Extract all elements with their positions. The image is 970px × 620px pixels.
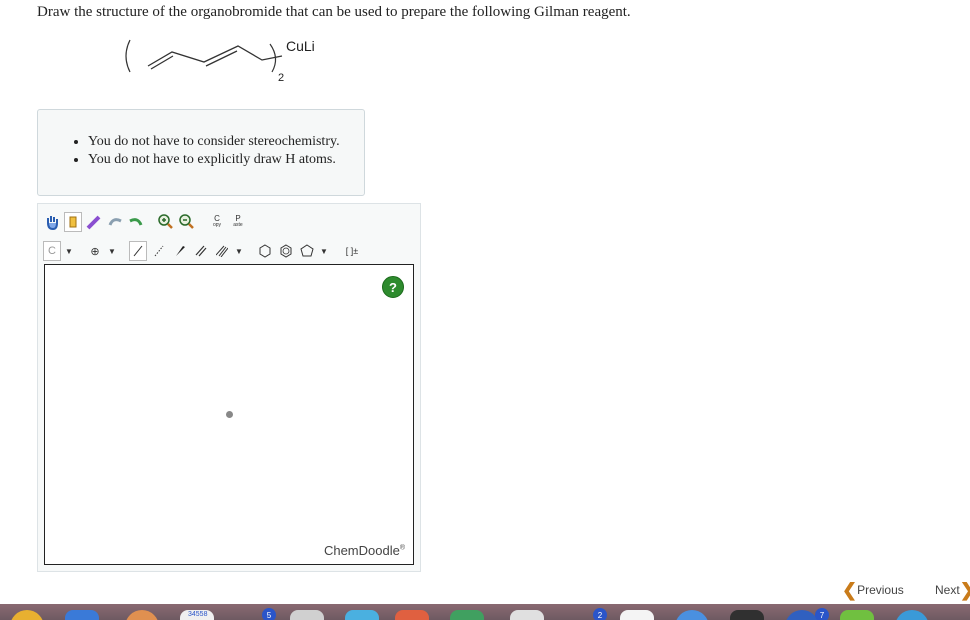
undo-icon[interactable] xyxy=(106,212,124,232)
dock-app-icon[interactable] xyxy=(510,610,544,620)
chemdoodle-brand: ChemDoodle® xyxy=(324,543,405,558)
cyclohexane-icon[interactable] xyxy=(256,241,274,261)
instructions-list: You do not have to consider stereochemis… xyxy=(38,134,364,168)
dock-app-icon[interactable] xyxy=(65,610,99,620)
copy-sub-label: opy xyxy=(212,222,222,228)
zoom-out-icon[interactable] xyxy=(178,212,196,232)
previous-button[interactable]: ❮ Previous xyxy=(842,581,904,599)
drawing-canvas[interactable]: ? ChemDoodle® xyxy=(44,264,414,565)
copy-button[interactable]: C opy xyxy=(208,212,226,232)
dashed-bond-icon[interactable] xyxy=(150,241,168,261)
instructions-box: You do not have to consider stereochemis… xyxy=(37,109,365,196)
canvas-dot xyxy=(226,411,233,418)
carbon-chain xyxy=(147,45,283,67)
dock-app-icon[interactable]: 34558 xyxy=(180,610,214,620)
next-button[interactable]: Next ❯ xyxy=(935,581,970,599)
triple-bond-icon[interactable] xyxy=(213,241,231,261)
paste-button[interactable]: P aste xyxy=(229,212,247,232)
dock-partial-label: 34558 xyxy=(188,611,208,618)
macos-dock: 34558 5 2 7 xyxy=(0,604,970,620)
dock-badge: 5 xyxy=(262,608,276,620)
eraser-icon[interactable] xyxy=(64,212,82,232)
dock-app-icon[interactable] xyxy=(395,610,429,620)
double-bond-icon[interactable] xyxy=(192,241,210,261)
charge-button[interactable]: ⊕ xyxy=(86,241,104,261)
previous-label: Previous xyxy=(857,583,904,597)
paste-label: P xyxy=(235,214,241,223)
dock-badge: 7 xyxy=(815,608,829,620)
single-bond-icon[interactable] xyxy=(129,241,147,261)
chemdoodle-editor: C opy P aste C ▼ ⊕ ▼ ▼ ▼ []± ? ChemDood… xyxy=(37,203,421,572)
copy-label: C xyxy=(214,214,220,223)
instruction-item: You do not have to explicitly draw H ato… xyxy=(88,152,364,168)
dock-app-icon[interactable] xyxy=(450,610,484,620)
dock-app-icon[interactable] xyxy=(290,610,324,620)
benzene-icon[interactable] xyxy=(277,241,295,261)
structure-drawing xyxy=(125,39,283,73)
dock-app-icon[interactable] xyxy=(345,610,379,620)
subscript-label: 2 xyxy=(278,72,285,84)
instruction-item: You do not have to consider stereochemis… xyxy=(88,134,364,150)
help-icon[interactable]: ? xyxy=(382,276,404,298)
bracket-button[interactable]: [ ]± xyxy=(341,241,363,261)
brand-mark: ® xyxy=(399,544,405,552)
dock-app-icon[interactable] xyxy=(730,610,764,620)
hand-icon[interactable] xyxy=(43,212,61,232)
culi-label: CuLi xyxy=(286,38,315,54)
dock-app-icon[interactable] xyxy=(10,610,44,620)
toolbar-row-2: C ▼ ⊕ ▼ ▼ ▼ [ ]± xyxy=(43,239,363,263)
dock-app-icon[interactable] xyxy=(125,610,159,620)
question-text: Draw the structure of the organobromide … xyxy=(37,4,631,20)
toolbar-row-1: C opy P aste xyxy=(43,210,247,234)
dock-app-icon[interactable] xyxy=(840,610,874,620)
paste-sub-label: aste xyxy=(233,222,243,228)
gilman-reagent-structure: CuLi 2 xyxy=(120,34,350,90)
left-parenthesis xyxy=(125,39,131,73)
dock-app-icon[interactable] xyxy=(620,610,654,620)
zoom-in-icon[interactable] xyxy=(157,212,175,232)
dock-app-icon[interactable] xyxy=(785,610,819,620)
charge-dropdown-icon[interactable]: ▼ xyxy=(107,241,117,261)
redo-icon[interactable] xyxy=(127,212,145,232)
ring-dropdown-icon[interactable]: ▼ xyxy=(319,241,329,261)
chevron-right-icon: ❯ xyxy=(960,581,970,599)
bond-dropdown-icon[interactable]: ▼ xyxy=(234,241,244,261)
next-label: Next xyxy=(935,583,960,597)
chevron-left-icon: ❮ xyxy=(842,580,858,600)
lasso-icon[interactable] xyxy=(85,212,103,232)
atom-dropdown-icon[interactable]: ▼ xyxy=(64,241,74,261)
atom-button[interactable]: C xyxy=(43,241,61,261)
dock-app-icon[interactable] xyxy=(675,610,709,620)
dock-app-icon[interactable] xyxy=(895,610,929,620)
wedge-bond-icon[interactable] xyxy=(171,241,189,261)
brand-label: ChemDoodle xyxy=(323,543,400,558)
cyclopentane-icon[interactable] xyxy=(298,241,316,261)
dock-badge: 2 xyxy=(593,608,607,620)
